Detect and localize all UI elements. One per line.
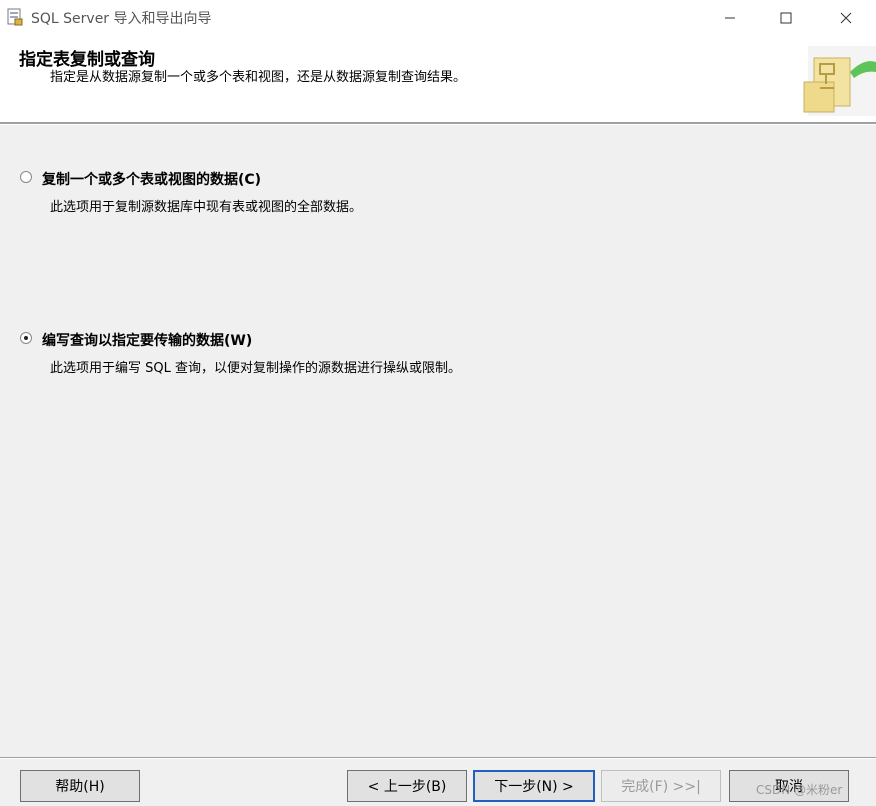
option-label[interactable]: 编写查询以指定要传输的数据(W) [42,330,252,350]
window-title: SQL Server 导入和导出向导 [31,11,212,27]
maximize-button[interactable] [758,0,814,36]
wizard-header: 指定表复制或查询 指定是从数据源复制一个或多个表和视图，还是从数据源复制查询结果… [0,36,876,122]
page-subtitle: 指定是从数据源复制一个或多个表和视图，还是从数据源复制查询结果。 [50,70,467,85]
minimize-button[interactable] [702,0,758,36]
footer-divider [0,757,876,759]
finish-button: 完成(F) >>| [601,770,721,802]
option-description: 此选项用于复制源数据库中现有表或视图的全部数据。 [50,200,363,215]
next-button[interactable]: 下一步(N) > [473,770,595,802]
radio-write-query[interactable] [20,332,32,344]
option-label[interactable]: 复制一个或多个表或视图的数据(C) [42,169,261,189]
header-divider [0,122,876,125]
back-button[interactable]: < 上一步(B) [347,770,467,802]
title-bar: SQL Server 导入和导出向导 [0,0,876,36]
radio-copy-tables[interactable] [20,171,32,183]
close-button[interactable] [818,0,874,36]
wizard-graphic-icon [800,42,876,116]
option-description: 此选项用于编写 SQL 查询，以便对复制操作的源数据进行操纵或限制。 [50,361,461,376]
help-button[interactable]: 帮助(H) [20,770,140,802]
app-icon [7,8,23,26]
watermark: CSDN @米粉er [756,783,843,797]
